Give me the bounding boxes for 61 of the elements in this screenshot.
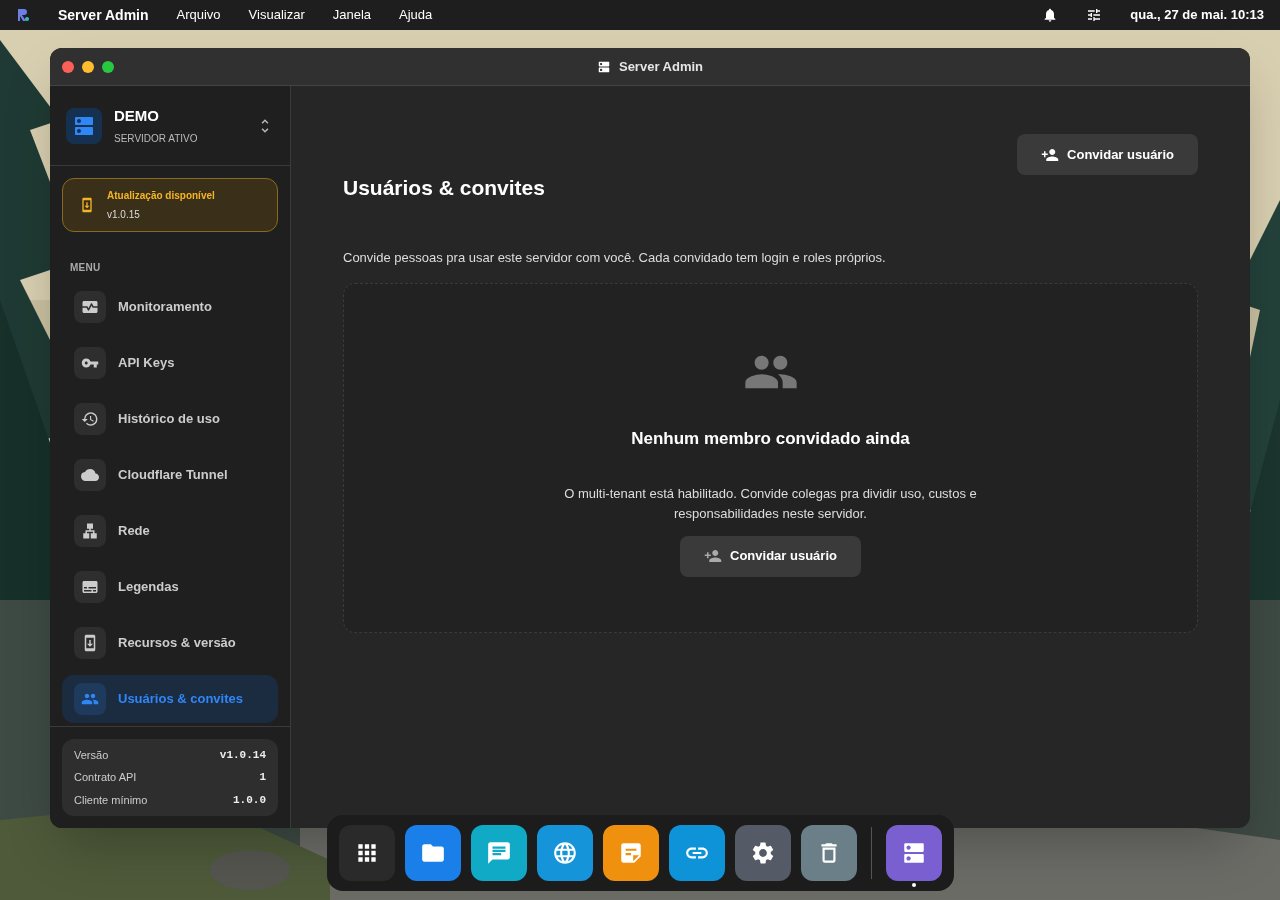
empty-text: O multi-tenant está habilitado. Convide colegas pra dividir uso, custos e responsabilidades neste servidor. xyxy=(563,484,978,523)
network-icon xyxy=(81,522,99,540)
info-value: 1 xyxy=(259,770,266,785)
minimize-button[interactable] xyxy=(82,60,94,73)
dock-app[interactable] xyxy=(339,825,395,881)
server-icon xyxy=(901,840,927,866)
dock-app[interactable] xyxy=(669,825,725,881)
dock-app[interactable] xyxy=(735,825,791,881)
invite-user-button[interactable]: Convidar usuário xyxy=(1017,134,1198,175)
server-status: SERVIDOR ATIVO xyxy=(114,132,199,147)
info-value: v1.0.14 xyxy=(219,747,266,763)
dock-app[interactable] xyxy=(471,825,527,881)
server-icon xyxy=(596,59,611,74)
update-banner[interactable]: Atualização disponível v1.0.15 xyxy=(62,178,278,232)
heartbeat-monitor-icon xyxy=(81,298,99,316)
dock-app[interactable] xyxy=(801,825,857,881)
nav-item[interactable]: Recursos & versão xyxy=(62,619,278,667)
page-title: Usuários & convites xyxy=(343,175,545,201)
info-label: Contrato API xyxy=(74,770,137,785)
invite-user-button[interactable]: Convidar usuário xyxy=(680,535,861,577)
running-indicator xyxy=(912,883,916,887)
menu-item[interactable]: Arquivo xyxy=(176,5,221,25)
chat-icon xyxy=(486,840,512,866)
globe-icon xyxy=(552,840,578,866)
server-name: DEMO xyxy=(114,105,160,126)
menu-item[interactable]: Ajuda xyxy=(399,5,433,25)
nav-item[interactable]: Cloudflare Tunnel xyxy=(62,451,278,499)
update-version: v1.0.15 xyxy=(107,208,141,222)
menu-item[interactable]: Visualizar xyxy=(248,5,305,25)
update-title: Atualização disponível xyxy=(107,189,215,203)
nav-item[interactable]: Legendas xyxy=(62,563,278,611)
nav-item[interactable]: Rede xyxy=(62,507,278,555)
history-icon xyxy=(81,410,99,428)
note-icon xyxy=(618,840,644,866)
settings-sliders-icon[interactable] xyxy=(1086,7,1103,23)
dock-app[interactable] xyxy=(603,825,659,881)
dock-app[interactable] xyxy=(886,825,942,881)
dock-app[interactable] xyxy=(537,825,593,881)
page-description: Convide pessoas pra usar este servidor com você. Cada convidado tem login e roles próprios. xyxy=(343,248,887,267)
app-name[interactable]: Server Admin xyxy=(58,4,149,26)
info-value: 1.0.0 xyxy=(233,792,266,808)
nav-item[interactable]: Monitoramento xyxy=(62,283,278,331)
nav-item[interactable]: Usuários & convites xyxy=(62,675,278,723)
section-heading: MENU xyxy=(70,261,102,275)
nav-item[interactable]: API Keys xyxy=(62,339,278,387)
dock-app[interactable] xyxy=(405,825,461,881)
maximize-button[interactable] xyxy=(102,60,114,73)
info-label: Versão xyxy=(74,747,109,763)
window-title: Server Admin xyxy=(618,57,704,76)
info-label: Cliente mínimo xyxy=(74,792,148,808)
app-logo-icon xyxy=(16,8,30,22)
add-user-icon xyxy=(704,547,723,565)
close-button[interactable] xyxy=(62,60,74,73)
menu-item[interactable]: Janela xyxy=(332,5,372,25)
subtitles-icon xyxy=(81,578,99,596)
clock[interactable]: qua., 27 de mai. 10:13 xyxy=(1130,5,1264,25)
cloud-icon xyxy=(81,466,99,484)
phone-download-icon xyxy=(79,197,95,213)
empty-title: Nenhum membro convidado ainda xyxy=(631,428,910,450)
nav-item[interactable]: Histórico de uso xyxy=(62,395,278,443)
settings-icon xyxy=(750,840,776,866)
